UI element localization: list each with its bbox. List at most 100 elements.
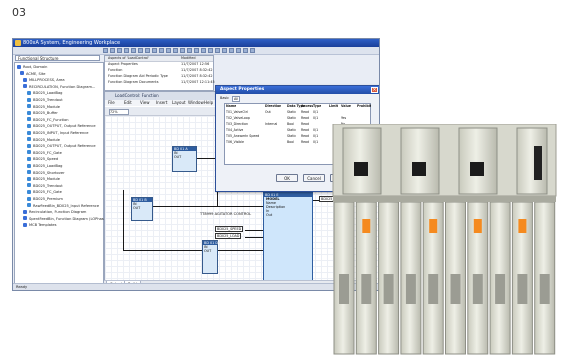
dialog-table-header: Type <box>313 104 322 108</box>
dialog-tab-basic[interactable]: Basic <box>220 96 229 100</box>
aspect-list-cell: 11/7/2007 8:32:42 <box>181 68 213 72</box>
tree-item[interactable]: BD025_Premium <box>27 196 63 202</box>
tree-item[interactable]: BD025_Module <box>27 176 60 182</box>
toolbar-button[interactable] <box>222 48 227 53</box>
tree-item[interactable]: BD025_Trendout <box>27 97 63 103</box>
orange-handle <box>473 219 482 233</box>
dialog-table-cell[interactable]: Static <box>287 128 296 133</box>
toolbar-button[interactable] <box>229 48 234 53</box>
tree-item[interactable]: BD025_Buffer <box>27 110 58 116</box>
tree-item[interactable]: BD025_Trendout <box>27 183 63 189</box>
dialog-table-cell[interactable]: 0/1 <box>313 128 318 133</box>
toolbar-button[interactable] <box>166 48 171 53</box>
tree-item[interactable]: Recirculation, Function Diagram <box>23 209 86 215</box>
dialog-table-cell[interactable]: 0/1 <box>313 140 318 145</box>
dialog-tab-all[interactable]: All <box>232 96 241 102</box>
editor-menu-item[interactable]: File <box>108 100 115 106</box>
dialog-table-cell[interactable]: T04_Active <box>226 128 243 133</box>
toolbar-button[interactable] <box>215 48 220 53</box>
dialog-table-cell[interactable]: 0/1 <box>313 110 318 115</box>
toolbar-button[interactable] <box>194 48 199 53</box>
tree-item[interactable]: MCB Templates <box>23 222 57 228</box>
tree-item[interactable]: ACME, Site <box>20 71 45 77</box>
dialog-table-cell[interactable]: Read <box>301 128 309 133</box>
tree-item[interactable]: BD025_Speed <box>27 156 58 162</box>
aspect-list-cell[interactable]: Function <box>108 68 122 73</box>
editor-menu-item[interactable]: View <box>140 100 150 106</box>
dialog-table-cell[interactable]: Static <box>287 116 296 121</box>
dialog-table-cell[interactable]: Read <box>301 110 309 115</box>
aspect-list-cell[interactable]: Function Diagram Aid Periodic Type <box>108 74 168 79</box>
aspect-list-cell[interactable]: Aspect Properties <box>108 62 138 67</box>
dialog-table-cell[interactable]: Read <box>301 134 309 139</box>
aspect-list-cell[interactable]: Function Diagram Documents <box>108 80 158 85</box>
editor-menu-item[interactable]: Help <box>204 100 213 106</box>
tree-item[interactable]: BD025_FC_Gate <box>27 150 62 156</box>
tree-node-icon <box>27 104 31 109</box>
toolbar-button[interactable] <box>138 48 143 53</box>
dialog-table-cell[interactable]: 0/1 <box>313 134 318 139</box>
dialog-table-cell[interactable]: T06_Visible <box>226 140 244 145</box>
dialog-table-cell[interactable]: T05_AnswerIn Speed <box>226 134 259 139</box>
toolbar-button[interactable] <box>131 48 136 53</box>
toolbar-button[interactable] <box>117 48 122 53</box>
dialog-table-cell[interactable]: T01_ValveCtrl <box>226 110 248 115</box>
tree-item[interactable]: BD025_INPUT, Input Reference <box>27 130 88 136</box>
block-row: OUT <box>174 155 182 159</box>
toolbar-button[interactable] <box>236 48 241 53</box>
editor-menu-item[interactable]: Insert <box>156 100 167 106</box>
tree-item[interactable]: BD025_Shortover <box>27 170 65 176</box>
dialog-table-cell[interactable]: T03_Direction <box>226 122 248 127</box>
tree-item[interactable]: BD025_OUTPUT, Output Reference <box>27 143 96 149</box>
editor-menu-item[interactable]: Edit <box>124 100 132 106</box>
tree-item[interactable]: MILLPROCESS, Area <box>23 77 65 83</box>
toolbar-button[interactable] <box>201 48 206 53</box>
tree-item[interactable]: RawFeedBin_BD025_Input Reference <box>27 203 99 209</box>
tree-item[interactable]: BD025_Module <box>27 137 60 143</box>
toolbar-button[interactable] <box>243 48 248 53</box>
function-block-small-4[interactable]: BD 01 D IN OUT <box>202 240 218 274</box>
dialog-table-cell[interactable]: Read <box>301 140 309 145</box>
toolbar-button[interactable] <box>187 48 192 53</box>
tree-item[interactable]: Root, Domain <box>17 64 47 70</box>
toolbar-button[interactable] <box>208 48 213 53</box>
tree-item[interactable]: BD025_Module <box>27 104 60 110</box>
toolbar-button[interactable] <box>250 48 255 53</box>
ok-button[interactable]: OK <box>276 174 298 182</box>
toolbar-button[interactable] <box>173 48 178 53</box>
dialog-table-cell[interactable]: Out <box>265 110 271 115</box>
dialog-table-cell[interactable]: T02_ValveLoop <box>226 116 250 121</box>
editor-menu-item[interactable]: Window <box>188 100 204 106</box>
function-block-main[interactable]: BD 01 E MODEL Name Description In Out <box>263 192 313 286</box>
toolbar-button[interactable] <box>145 48 150 53</box>
structure-combo[interactable]: Functional Structure <box>15 55 100 61</box>
function-block-small-2[interactable]: BD 01 B IN OUT <box>131 197 153 221</box>
dialog-table-cell[interactable]: Read <box>301 122 309 127</box>
tree-item[interactable]: SpentFeedBin, Function Diagram (LOPhase) <box>23 216 107 222</box>
toolbar-button[interactable] <box>159 48 164 53</box>
tree-item[interactable]: BD025_FC_Gate <box>27 189 62 195</box>
dialog-table-cell[interactable]: Read <box>301 116 309 121</box>
dialog-table-cell[interactable]: Bool <box>287 140 294 145</box>
tree-item[interactable]: BD025_LoadBag <box>27 90 62 96</box>
editor-menu-item[interactable]: Layout <box>172 100 186 106</box>
dialog-table-cell[interactable]: Internal <box>265 122 277 127</box>
tree-item[interactable]: RECIRCULATION, Function Diagram... <box>23 84 95 90</box>
dialog-table-cell[interactable]: Static <box>287 110 296 115</box>
toolbar-button[interactable] <box>180 48 185 53</box>
dialog-table-cell[interactable]: 0/1 <box>313 116 318 121</box>
tree-item[interactable]: BD025_OUTPUT, Output Reference <box>27 123 96 129</box>
dialog-table-cell[interactable]: Yes <box>341 116 346 121</box>
toolbar-button[interactable] <box>103 48 108 53</box>
dialog-table-cell[interactable]: Static <box>287 134 296 139</box>
toolbar-button[interactable] <box>110 48 115 53</box>
function-block-small-3[interactable]: BD 01 A IN OUT <box>172 146 197 172</box>
toolbar-button[interactable] <box>124 48 129 53</box>
tree-item[interactable]: BD025_FC_Function <box>27 117 69 123</box>
toolbar-button[interactable] <box>152 48 157 53</box>
zoom-field[interactable]: 72% <box>109 109 129 115</box>
dialog-table-cell[interactable]: Bool <box>287 122 294 127</box>
tree-item[interactable]: BD025_LoadBag <box>27 163 62 169</box>
cancel-button[interactable]: Cancel <box>303 174 325 182</box>
close-icon[interactable]: × <box>371 87 378 93</box>
